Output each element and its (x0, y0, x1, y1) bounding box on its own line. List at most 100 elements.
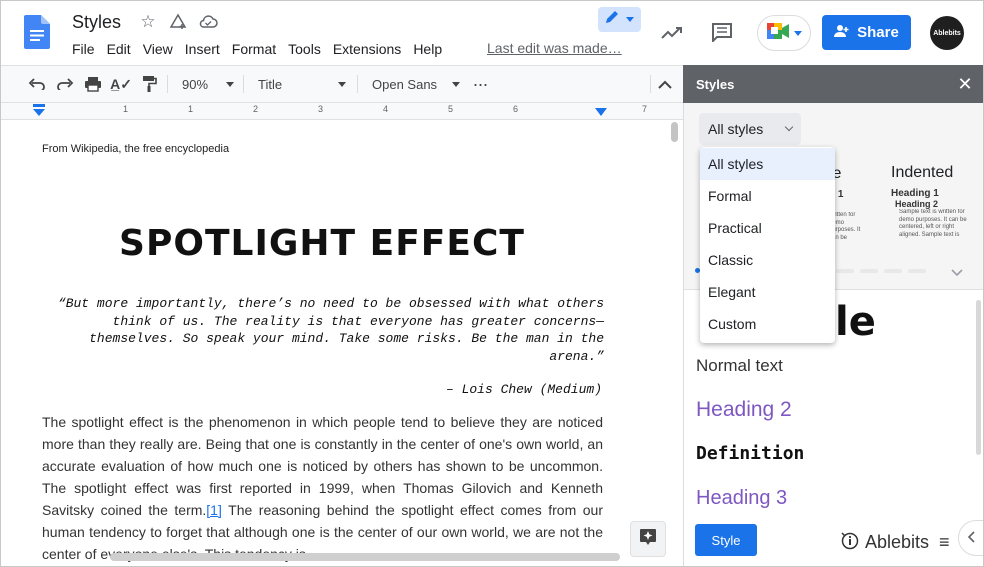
document-horizontal-scrollbar[interactable] (110, 553, 620, 561)
toolbar-divider (357, 75, 358, 93)
editing-mode-button[interactable] (598, 7, 641, 32)
ruler-number: 2 (253, 104, 259, 114)
style-sample-normal-text[interactable]: Normal text (696, 356, 783, 376)
explore-sparkle-icon (639, 528, 657, 551)
menu-extensions[interactable]: Extensions (327, 40, 407, 58)
ruler-number: 4 (383, 104, 389, 114)
style-sample-definition[interactable]: Definition (696, 443, 804, 464)
more-options-icon[interactable]: ··· (469, 73, 491, 95)
ablebits-brand: Ablebits ≡ (839, 530, 950, 555)
ruler-number: 1 (123, 104, 129, 114)
editing-mode-caret-icon (626, 17, 634, 22)
pagination-dot[interactable] (860, 268, 878, 273)
filter-option-all-styles[interactable]: All styles (700, 148, 835, 180)
styles-panel-title: Styles (696, 76, 735, 92)
paint-format-icon[interactable] (138, 73, 160, 95)
undo-icon[interactable] (26, 73, 48, 95)
menu-insert[interactable]: Insert (179, 40, 226, 58)
source-line: From Wikipedia, the free encyclopedia (42, 143, 230, 155)
share-button[interactable]: Share (822, 15, 911, 50)
people-icon (834, 24, 850, 42)
epigraph-quote: “But more importantly, there’s no need t… (57, 296, 604, 364)
chevron-left-icon (967, 530, 975, 546)
style-sample-title[interactable]: le (835, 299, 876, 345)
font-caret-icon (452, 81, 460, 87)
document-heading: SPOTLIGHT EFFECT (119, 223, 525, 264)
font-select[interactable]: Open Sans (372, 73, 460, 95)
style-filter-select[interactable]: All styles (699, 113, 801, 145)
styles-panel-header: Styles (683, 65, 984, 103)
filter-option-custom[interactable]: Custom (700, 308, 835, 340)
close-icon[interactable]: ✕ (955, 74, 975, 94)
explore-button[interactable] (630, 521, 666, 557)
filter-option-elegant[interactable]: Elegant (700, 276, 835, 308)
toolbar-divider (167, 75, 168, 93)
redo-icon[interactable] (54, 73, 76, 95)
menu-view[interactable]: View (137, 40, 179, 58)
move-to-folder-icon[interactable] (168, 12, 188, 32)
hide-menus-chevron-up-icon[interactable] (654, 73, 676, 95)
body-paragraph: The spotlight effect is the phenomenon i… (42, 411, 603, 565)
theme-card-indented[interactable]: Indented Heading 1 Heading 2 Sample text… (888, 164, 970, 242)
right-indent-marker-icon[interactable] (594, 107, 608, 117)
document-page[interactable]: From Wikipedia, the free encyclopedia SP… (0, 120, 668, 567)
docs-logo-icon[interactable] (24, 15, 50, 49)
style-filter-dropdown: All styles Formal Practical Classic Eleg… (700, 147, 835, 343)
meet-button[interactable] (757, 15, 811, 51)
meet-icon (766, 22, 790, 45)
zoom-value: 90% (182, 76, 209, 92)
toolbar-divider (243, 75, 244, 93)
document-title[interactable]: Styles (72, 12, 121, 33)
spellcheck-icon[interactable]: A̲✓ (110, 73, 132, 95)
hamburger-menu-icon[interactable]: ≡ (939, 532, 950, 553)
chevron-down-icon (784, 122, 794, 132)
menu-format[interactable]: Format (226, 40, 282, 58)
ablebits-logo-icon (839, 530, 859, 555)
citation-link[interactable]: [1] (206, 502, 222, 518)
pagination-dot[interactable] (908, 268, 926, 273)
filter-option-classic[interactable]: Classic (700, 244, 835, 276)
font-value: Open Sans (372, 76, 438, 92)
style-filter-value: All styles (708, 121, 764, 137)
share-label: Share (857, 24, 899, 41)
account-avatar[interactable]: Ablebits (930, 16, 964, 50)
menu-file[interactable]: File (66, 40, 101, 58)
menu-edit[interactable]: Edit (101, 40, 137, 58)
pagination-dot[interactable] (836, 268, 854, 273)
filter-option-formal[interactable]: Formal (700, 180, 835, 212)
ruler-number: 5 (448, 104, 454, 114)
activity-trend-icon[interactable] (660, 22, 684, 44)
menu-bar: File Edit View Insert Format Tools Exten… (66, 40, 448, 58)
ruler-number: 6 (513, 104, 519, 114)
toolbar-divider (650, 75, 651, 93)
paragraph-style-caret-icon (338, 81, 346, 87)
ruler-number: 1 (188, 104, 194, 114)
ablebits-brand-text: Ablebits (865, 532, 930, 552)
print-icon[interactable] (82, 73, 104, 95)
star-icon[interactable]: ☆ (138, 12, 158, 32)
theme-card-indented-h1: Heading 1 (891, 188, 939, 199)
quote-author: – Lois Chew (Medium) (445, 382, 602, 397)
expand-gallery-chevron-icon[interactable] (951, 264, 963, 277)
comment-history-icon[interactable] (710, 21, 734, 43)
cloud-saved-icon[interactable] (198, 12, 218, 32)
menu-help[interactable]: Help (407, 40, 448, 58)
styles-panel-scrollbar[interactable] (976, 300, 981, 455)
menu-tools[interactable]: Tools (282, 40, 327, 58)
style-sample-heading-2[interactable]: Heading 2 (696, 398, 792, 422)
theme-card-indented-title: Indented (891, 164, 954, 181)
style-sample-heading-3[interactable]: Heading 3 (696, 487, 787, 510)
filter-option-practical[interactable]: Practical (700, 212, 835, 244)
ruler-number: 7 (642, 104, 648, 114)
paragraph-style-select[interactable]: Title (258, 73, 346, 95)
zoom-select[interactable]: 90% (182, 73, 234, 95)
last-edit-link[interactable]: Last edit was made… (487, 40, 622, 56)
ruler-number: 3 (318, 104, 324, 114)
horizontal-ruler[interactable]: 1 2 3 4 5 6 7 1 (0, 103, 683, 120)
style-button[interactable]: Style (695, 524, 757, 556)
paragraph-style-value: Title (258, 76, 283, 92)
document-canvas[interactable]: From Wikipedia, the free encyclopedia SP… (0, 120, 683, 567)
pagination-dot[interactable] (884, 268, 902, 273)
document-vertical-scrollbar[interactable] (671, 122, 678, 142)
left-indent-marker-icon[interactable] (31, 104, 47, 118)
